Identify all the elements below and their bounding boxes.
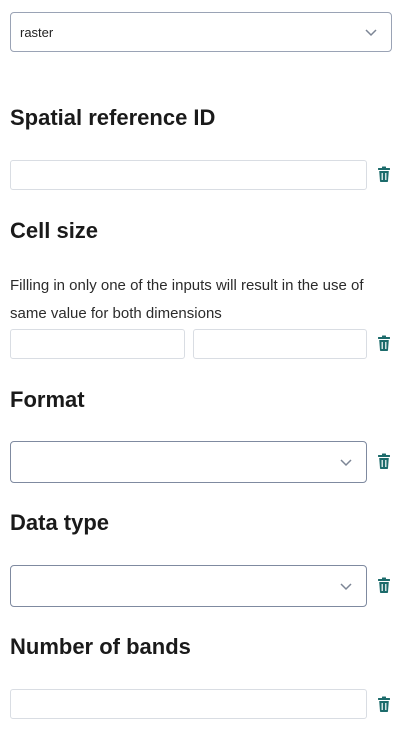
format-select[interactable]: [10, 441, 367, 483]
cell-size-y-input[interactable]: [193, 329, 367, 359]
data-type-heading: Data type: [10, 510, 110, 535]
bands-input[interactable]: [10, 689, 367, 719]
raster-type-select[interactable]: raster: [10, 12, 392, 52]
srid-input[interactable]: [10, 160, 367, 190]
bands-heading: Number of bands: [10, 634, 191, 659]
srid-heading: Spatial reference ID: [10, 105, 216, 130]
trash-icon[interactable]: [377, 166, 391, 182]
cell-size-hint: Filling in only one of the inputs will r…: [10, 277, 364, 322]
chevron-down-icon: [340, 583, 352, 591]
chevron-down-icon: [340, 459, 352, 467]
trash-icon[interactable]: [377, 696, 391, 712]
cell-size-heading: Cell size: [10, 218, 99, 243]
data-type-select[interactable]: [10, 565, 367, 607]
format-heading: Format: [10, 387, 85, 412]
raster-type-value: raster: [20, 25, 54, 40]
cell-size-x-input[interactable]: [10, 329, 185, 359]
trash-icon[interactable]: [377, 335, 391, 351]
chevron-down-icon: [365, 29, 377, 37]
trash-icon[interactable]: [377, 577, 391, 593]
trash-icon[interactable]: [377, 453, 391, 469]
